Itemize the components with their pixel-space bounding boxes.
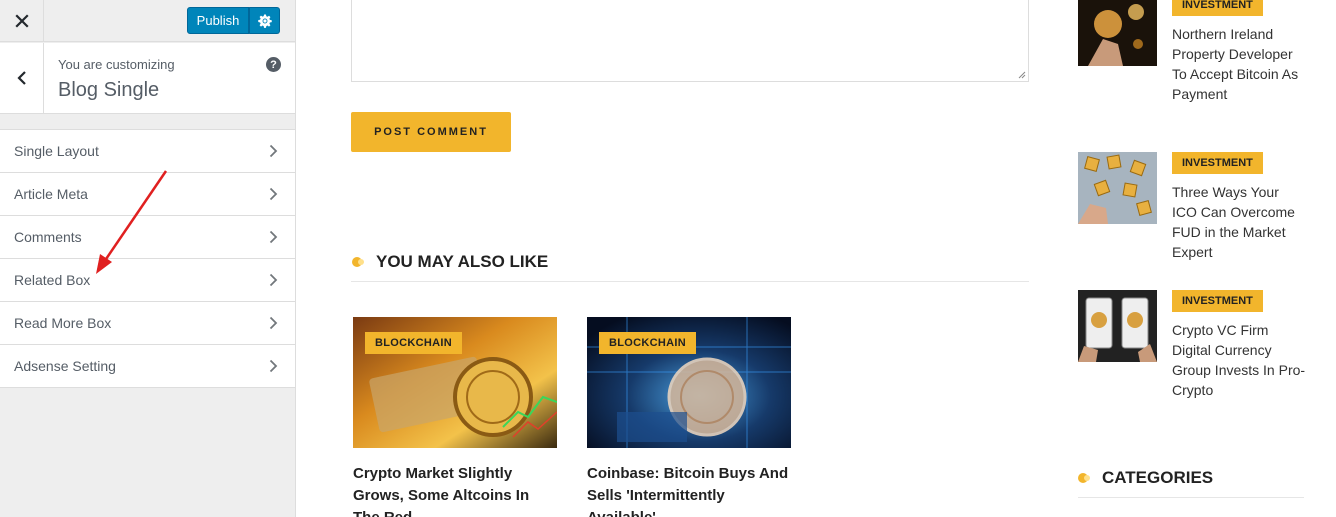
- menu-item-related-box[interactable]: Related Box: [0, 259, 295, 302]
- side-post-title[interactable]: Crypto VC Firm Digital Currency Group In…: [1172, 320, 1306, 400]
- menu-item-label: Comments: [14, 229, 82, 245]
- side-post[interactable]: INVESTMENT Northern Ireland Property Dev…: [1078, 0, 1304, 134]
- categories-title-text: CATEGORIES: [1102, 468, 1214, 487]
- post-comment-button[interactable]: POST COMMENT: [351, 112, 511, 152]
- side-post-image[interactable]: [1078, 152, 1157, 224]
- chevron-right-icon: [269, 316, 278, 330]
- customizer-menu: Single Layout Article Meta Comments Rela…: [0, 129, 295, 388]
- related-card-image[interactable]: BLOCKCHAIN: [587, 317, 791, 448]
- related-card-title[interactable]: Coinbase: Bitcoin Buys And Sells 'Interm…: [587, 463, 791, 517]
- menu-item-label: Related Box: [14, 272, 91, 288]
- section-divider: [351, 281, 1029, 282]
- related-card-title[interactable]: Crypto Market Slightly Grows, Some Altco…: [353, 463, 557, 517]
- resize-grip-icon[interactable]: [1018, 71, 1026, 79]
- menu-item-read-more-box[interactable]: Read More Box: [0, 302, 295, 345]
- chevron-right-icon: [269, 273, 278, 287]
- menu-item-label: Read More Box: [14, 315, 112, 331]
- category-badge[interactable]: BLOCKCHAIN: [599, 332, 696, 354]
- side-post-title[interactable]: Three Ways Your ICO Can Overcome FUD in …: [1172, 182, 1306, 262]
- menu-item-label: Article Meta: [14, 186, 88, 202]
- related-card[interactable]: BLOCKCHAIN Crypto Market Slightly Grows,…: [353, 317, 557, 517]
- chevron-right-icon: [269, 144, 278, 158]
- menu-item-label: Adsense Setting: [14, 358, 116, 374]
- menu-item-comments[interactable]: Comments: [0, 216, 295, 259]
- help-icon[interactable]: ?: [266, 57, 281, 72]
- publish-group: Publish: [187, 7, 280, 34]
- related-section-title: YOU MAY ALSO LIKE: [352, 252, 548, 272]
- page: Publish You are customizing Blog Single …: [0, 0, 1336, 517]
- comment-textarea[interactable]: [351, 0, 1029, 82]
- section-divider: [1078, 497, 1304, 498]
- category-badge[interactable]: INVESTMENT: [1172, 152, 1263, 174]
- back-button[interactable]: [0, 43, 44, 113]
- side-post-title[interactable]: Northern Ireland Property Developer To A…: [1172, 24, 1306, 104]
- customizer-topbar: Publish: [0, 0, 295, 42]
- gear-icon: [257, 13, 272, 28]
- side-post-image[interactable]: [1078, 290, 1157, 362]
- related-card[interactable]: BLOCKCHAIN Coinbase: Bitcoin Buys And Se…: [587, 317, 791, 517]
- chevron-right-icon: [269, 230, 278, 244]
- related-card-image[interactable]: BLOCKCHAIN: [353, 317, 557, 448]
- chevron-right-icon: [269, 359, 278, 373]
- close-icon: [14, 14, 29, 28]
- bullet-dot-icon: [352, 257, 368, 267]
- bullet-dot-icon: [1078, 473, 1094, 483]
- publish-settings-button[interactable]: [249, 7, 280, 34]
- menu-item-article-meta[interactable]: Article Meta: [0, 173, 295, 216]
- section-title: Blog Single: [58, 79, 160, 101]
- related-title-text: YOU MAY ALSO LIKE: [376, 252, 549, 271]
- close-customizer-button[interactable]: [0, 0, 44, 42]
- categories-section-title: CATEGORIES: [1078, 468, 1213, 488]
- category-badge[interactable]: INVESTMENT: [1172, 0, 1263, 16]
- menu-item-label: Single Layout: [14, 143, 99, 159]
- publish-button[interactable]: Publish: [187, 7, 249, 34]
- customizer-sidebar: Publish You are customizing Blog Single …: [0, 0, 296, 517]
- customizing-label: You are customizing: [58, 57, 175, 72]
- menu-item-adsense-setting[interactable]: Adsense Setting: [0, 345, 295, 388]
- category-badge[interactable]: INVESTMENT: [1172, 290, 1263, 312]
- chevron-left-icon: [16, 71, 26, 85]
- category-badge[interactable]: BLOCKCHAIN: [365, 332, 462, 354]
- side-post[interactable]: INVESTMENT Crypto VC Firm Digital Curren…: [1078, 290, 1306, 410]
- chevron-right-icon: [269, 187, 278, 201]
- menu-item-single-layout[interactable]: Single Layout: [0, 130, 295, 173]
- side-post-image[interactable]: [1078, 0, 1157, 66]
- side-post[interactable]: INVESTMENT Three Ways Your ICO Can Overc…: [1078, 152, 1304, 272]
- section-header: You are customizing Blog Single ?: [0, 43, 295, 114]
